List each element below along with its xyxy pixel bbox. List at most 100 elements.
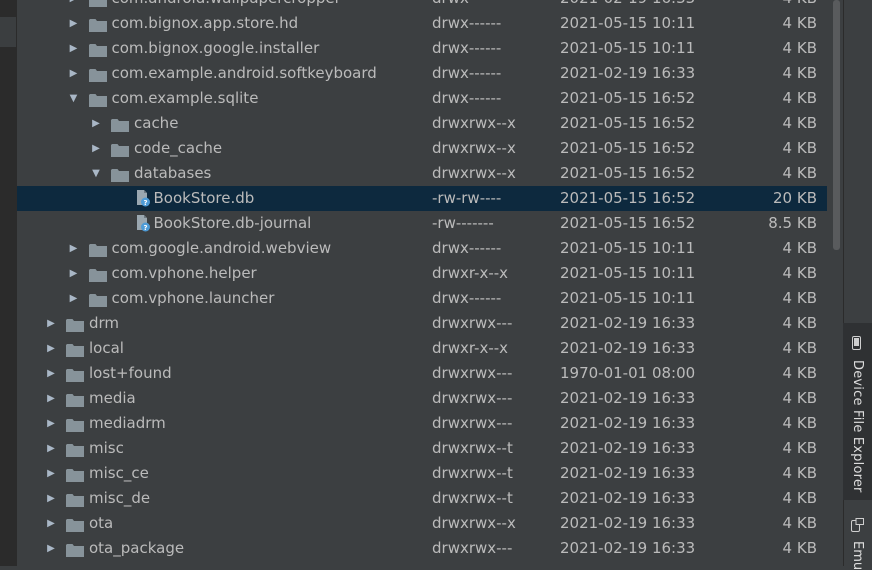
row-name: com.bignox.google.installer	[111, 39, 320, 57]
row-permissions: drwxrwx---	[432, 314, 513, 332]
row-date: 2021-02-19 16:33	[560, 389, 696, 407]
device-file-explorer-label[interactable]: Device File Explorer	[850, 360, 865, 493]
folder-icon	[88, 16, 107, 32]
row-permissions: drwxrwx---	[432, 539, 513, 557]
chevron-right-icon[interactable]: ▶	[68, 36, 80, 61]
chevron-right-icon[interactable]: ▶	[45, 336, 57, 361]
tree-row[interactable]: ▶ local drwxr-x--x 2021-02-19 16:33 4 KB	[17, 336, 827, 361]
row-name: misc	[89, 439, 124, 457]
tree-row[interactable]: ▼ com.example.sqlite drwx------ 2021-05-15 …	[17, 86, 827, 111]
chevron-right-icon[interactable]: ▶	[45, 461, 57, 486]
row-size: 4 KB	[783, 0, 817, 11]
chevron-down-icon[interactable]: ▼	[90, 161, 102, 186]
row-name: misc_ce	[89, 464, 149, 482]
row-date: 2021-02-19 16:33	[560, 314, 696, 332]
chevron-right-icon[interactable]: ▶	[45, 486, 57, 511]
row-size: 4 KB	[782, 164, 817, 182]
unknown-file-icon: ?	[134, 190, 152, 207]
row-size: 8.5 KB	[768, 214, 817, 232]
tree-row[interactable]: ▶ com.bignox.google.installer drwx------ 20…	[17, 36, 827, 61]
row-size: 4 KB	[782, 414, 817, 432]
chevron-right-icon[interactable]: ▶	[90, 111, 102, 136]
row-date: 2021-05-15 16:52	[560, 89, 696, 107]
tree-row[interactable]: ▶ com.google.android.webview drwx------ 202…	[17, 236, 827, 261]
folder-icon	[88, 291, 107, 307]
chevron-right-icon[interactable]: ▶	[68, 261, 80, 286]
row-date: 2021-05-15 16:52	[560, 114, 696, 132]
tree-row[interactable]: ▶ drm drwxrwx--- 2021-02-19 16:33 4 KB	[17, 311, 827, 336]
chevron-right-icon[interactable]: ▶	[45, 436, 57, 461]
row-date: 2021-02-19 16:33	[560, 539, 696, 557]
row-permissions: drwxrwx--t	[432, 439, 513, 457]
tree-row[interactable]: ? BookStore.db-journal -rw------- 2021-05-1…	[17, 211, 827, 236]
folder-icon	[66, 541, 84, 557]
tree-row[interactable]: ▶ code_cache drwxrwx--x 2021-05-15 16:52 4 K…	[17, 136, 827, 161]
tree-row[interactable]: ▶ com.android.wallpapercropper drwx------ 2…	[17, 0, 827, 11]
row-date: 2021-02-19 16:33	[560, 514, 696, 532]
chevron-right-icon[interactable]: ▶	[45, 386, 57, 411]
chevron-right-icon[interactable]: ▶	[45, 311, 57, 336]
tree-row[interactable]: ▶ misc drwxrwx--t 2021-02-19 16:33 4 KB	[17, 436, 827, 461]
chevron-right-icon[interactable]: ▶	[45, 511, 57, 536]
folder-icon	[66, 366, 84, 382]
row-name: lost+found	[89, 364, 172, 382]
chevron-right-icon[interactable]: ▶	[68, 236, 80, 261]
row-size: 4 KB	[782, 89, 817, 107]
row-name: com.example.sqlite	[111, 89, 259, 107]
tree-row[interactable]: ▶ com.vphone.launcher drwx------ 2021-05-15…	[17, 286, 827, 311]
chevron-right-icon[interactable]: ▶	[45, 536, 57, 561]
row-name: ota	[89, 514, 114, 532]
row-date: 2021-02-19 16:33	[560, 414, 696, 432]
row-name: misc_de	[89, 489, 151, 507]
row-date: 2021-02-19 16:33	[560, 439, 696, 457]
tree-row[interactable]: ▶ com.vphone.helper drwxr-x--x 2021-05-15 1…	[17, 261, 827, 286]
emulator-icon	[851, 518, 864, 532]
row-name: BookStore.db	[153, 189, 255, 207]
tree-row[interactable]: ▶ ota drwxrwx--x 2021-02-19 16:33 4 KB	[17, 511, 827, 536]
row-permissions: drwx------	[432, 0, 501, 11]
row-name: databases	[134, 164, 212, 182]
row-name: ota_package	[89, 539, 185, 557]
folder-icon	[66, 441, 84, 457]
folder-icon	[66, 516, 84, 532]
tree-row[interactable]: ▶ mediadrm drwxrwx--- 2021-02-19 16:33 4 KB	[17, 411, 827, 436]
row-date: 2021-02-19 16:33	[560, 464, 696, 482]
row-name: com.vphone.helper	[111, 264, 257, 282]
row-date: 2021-05-15 16:52	[560, 189, 696, 207]
chevron-right-icon[interactable]: ▶	[68, 61, 80, 86]
chevron-down-icon[interactable]: ▼	[68, 86, 80, 111]
row-name: local	[89, 339, 124, 357]
tree-row[interactable]: ? BookStore.db -rw-rw---- 2021-05-15 16:52 2…	[17, 186, 827, 211]
row-permissions: -rw-------	[432, 214, 494, 232]
chevron-right-icon[interactable]: ▶	[45, 411, 57, 436]
tree-row[interactable]: ▶ ota_package drwxrwx--- 2021-02-19 16:33 4 …	[17, 536, 827, 561]
unknown-file-icon: ?	[134, 215, 152, 232]
row-size: 4 KB	[782, 14, 817, 32]
tree-row[interactable]: ▶ com.example.android.softkeyboard drwx---…	[17, 61, 827, 86]
tree-row[interactable]: ▶ com.bignox.app.store.hd drwx------ 2021-0…	[17, 11, 827, 36]
chevron-right-icon[interactable]: ▶	[68, 286, 80, 311]
tree-row[interactable]: ▶ lost+found drwxrwx--- 1970-01-01 08:00 4 K…	[17, 361, 827, 386]
tree-row[interactable]: ▶ misc_ce drwxrwx--t 2021-02-19 16:33 4 KB	[17, 461, 827, 486]
row-permissions: drwx------	[432, 39, 502, 57]
row-name: com.example.android.softkeyboard	[111, 64, 377, 82]
row-size: 4 KB	[782, 64, 817, 82]
row-date: 2021-02-19 16:33	[560, 64, 696, 82]
tree-row[interactable]: ▶ media drwxrwx--- 2021-02-19 16:33 4 KB	[17, 386, 827, 411]
row-date: 1970-01-01 08:00	[560, 364, 696, 382]
chevron-right-icon[interactable]: ▶	[68, 0, 80, 11]
chevron-right-icon[interactable]: ▶	[45, 361, 57, 386]
row-permissions: drwx------	[432, 289, 502, 307]
scrollbar-thumb[interactable]	[833, 0, 840, 250]
tree-row[interactable]: ▶ cache drwxrwx--x 2021-05-15 16:52 4 KB	[17, 111, 827, 136]
row-size: 4 KB	[782, 114, 817, 132]
folder-icon	[66, 391, 84, 407]
row-name: code_cache	[134, 139, 223, 157]
tree-row[interactable]: ▼ databases drwxrwx--x 2021-05-15 16:52 4 KB	[17, 161, 827, 186]
tree-row[interactable]: ▶ misc_de drwxrwx--t 2021-02-19 16:33 4 KB	[17, 486, 827, 511]
row-permissions: drwxrwx--x	[432, 139, 516, 157]
chevron-right-icon[interactable]: ▶	[68, 11, 80, 36]
chevron-right-icon[interactable]: ▶	[90, 136, 102, 161]
row-permissions: drwxrwx--x	[432, 164, 516, 182]
folder-icon	[88, 0, 107, 7]
